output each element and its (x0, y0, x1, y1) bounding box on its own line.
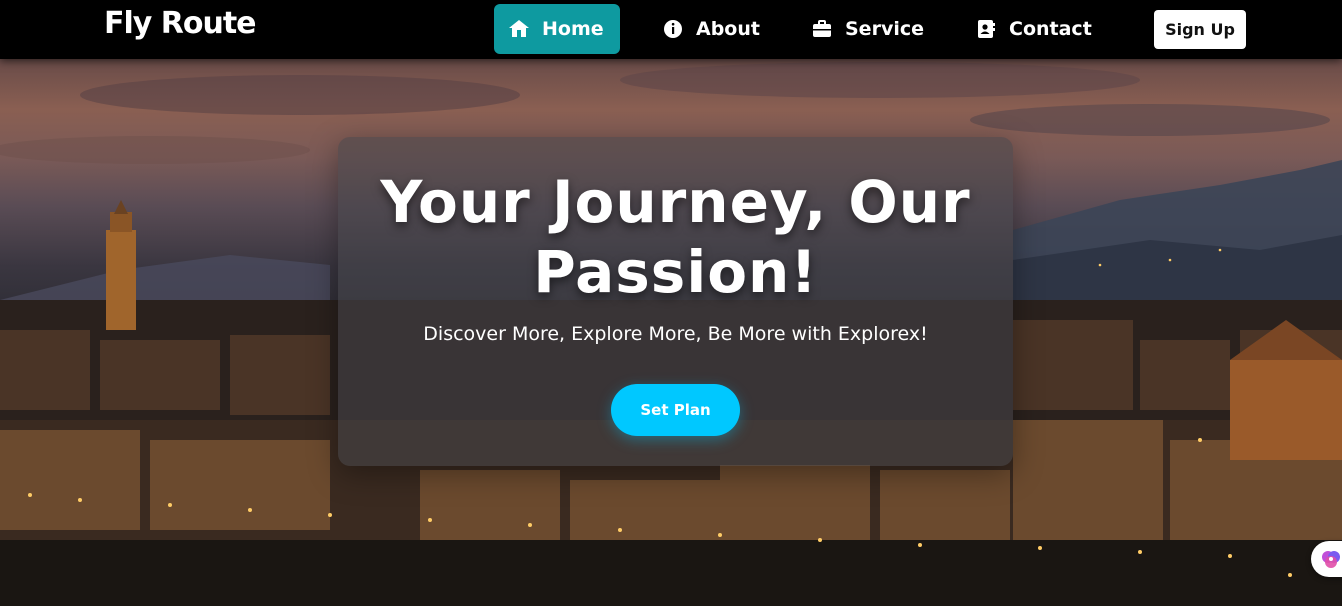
home-icon (508, 18, 530, 40)
floating-assistant-button[interactable] (1311, 541, 1342, 577)
page: Fly Route Home About Service Contact Sig… (0, 0, 1342, 606)
contact-card-icon (975, 18, 997, 40)
set-plan-button[interactable]: Set Plan (611, 384, 740, 436)
nav-item-home[interactable]: Home (494, 4, 620, 54)
assistant-icon (1319, 547, 1342, 571)
hero-title-line-1: Your Journey, Our (380, 168, 971, 236)
nav-item-label: Contact (1009, 18, 1092, 40)
top-navbar: Fly Route Home About Service Contact Sig… (0, 0, 1342, 59)
info-icon (662, 18, 684, 40)
nav-item-label: Home (542, 18, 604, 40)
hero-title-line-2: Passion! (533, 238, 818, 306)
nav-item-contact[interactable]: Contact (961, 4, 1106, 54)
sign-up-button[interactable]: Sign Up (1154, 10, 1246, 49)
nav-item-about[interactable]: About (648, 4, 774, 54)
brand-logo-text[interactable]: Fly Route (104, 6, 257, 41)
nav-item-service[interactable]: Service (797, 4, 938, 54)
hero-title: Your Journey, Our Passion! (338, 167, 1013, 307)
hero-subtitle: Discover More, Explore More, Be More wit… (423, 323, 928, 345)
briefcase-icon (811, 18, 833, 40)
nav-item-label: About (696, 18, 760, 40)
hero-card: Your Journey, Our Passion! Discover More… (338, 137, 1013, 466)
nav-item-label: Service (845, 18, 924, 40)
